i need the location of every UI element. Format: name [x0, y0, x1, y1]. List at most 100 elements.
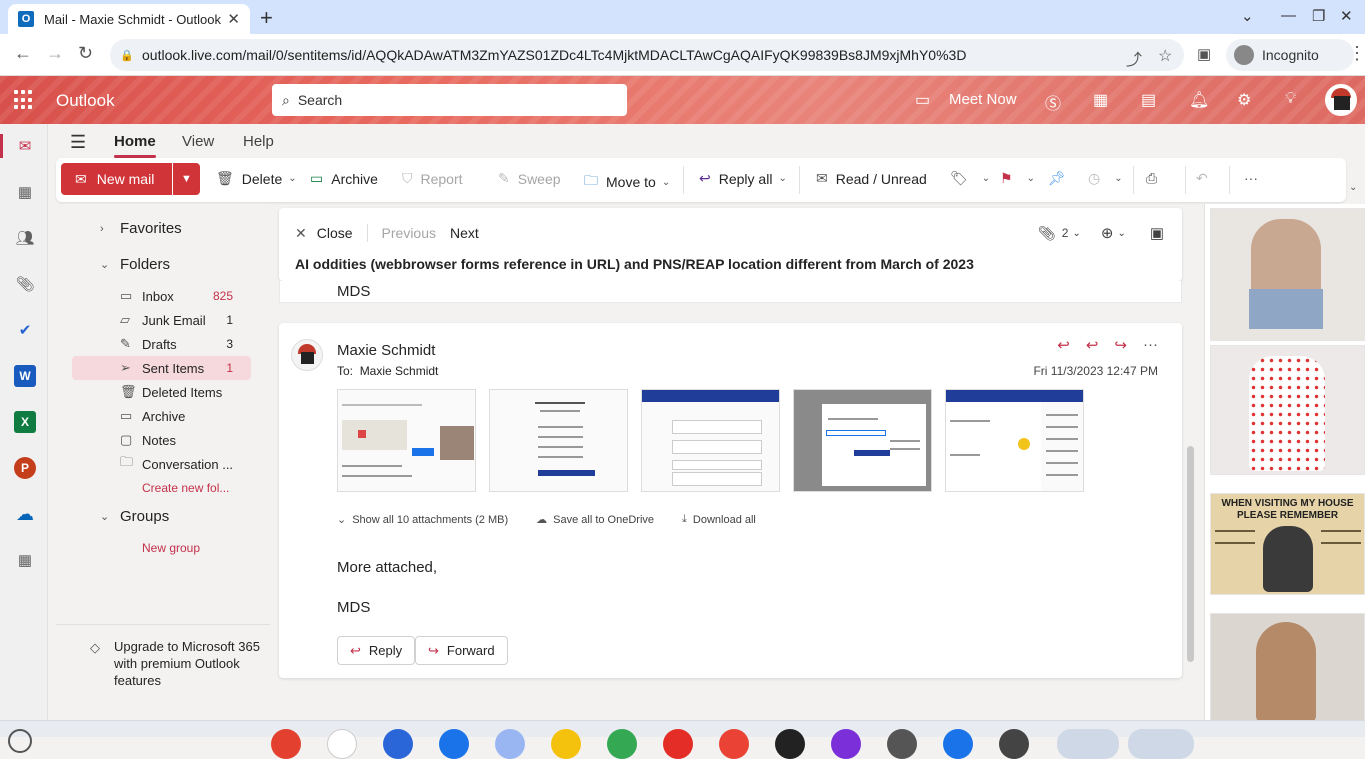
chevron-down-icon[interactable]: ⌄	[1027, 173, 1035, 184]
address-bar[interactable]: 🔒 outlook.live.com/mail/0/sentitems/id/A…	[110, 39, 1184, 71]
lightbulb-icon[interactable]: 💡︎	[1285, 90, 1296, 108]
delete-button[interactable]: 🗑︎ Delete ⌄	[216, 170, 297, 187]
new-tab-icon[interactable]: +	[260, 5, 273, 31]
recipient-name[interactable]: Maxie Schmidt	[360, 364, 439, 378]
meet-now-button[interactable]: Meet Now	[949, 91, 1017, 108]
sender-name[interactable]: Maxie Schmidt	[337, 342, 435, 359]
mail-icon[interactable]: ✉	[14, 135, 36, 157]
chevron-down-icon[interactable]: ⌄	[1072, 228, 1080, 239]
previous-button[interactable]: Previous	[382, 225, 436, 241]
forward-icon[interactable]: →	[46, 43, 64, 64]
attachment-thumbnail[interactable]	[945, 389, 1084, 492]
sender-avatar[interactable]	[291, 339, 323, 371]
folder-inbox[interactable]: ▭ Inbox 825	[72, 284, 251, 308]
chrome-icon[interactable]	[271, 729, 301, 759]
attachment-thumbnail[interactable]	[489, 389, 628, 492]
move-to-button[interactable]: 🗀︎ Move to ⌄	[584, 170, 670, 194]
chevron-down-icon[interactable]: ⌄	[1117, 228, 1125, 239]
paperclip-icon[interactable]: 📎︎	[14, 273, 36, 295]
tag-button[interactable]: 🏷︎ ⌄	[950, 170, 990, 187]
close-button[interactable]: Close	[317, 225, 353, 241]
groups-section[interactable]: ⌄ Groups	[100, 508, 169, 525]
more-apps-icon[interactable]: ▦	[14, 549, 36, 571]
attachment-thumbnail[interactable]	[793, 389, 932, 492]
tab-help[interactable]: Help	[243, 133, 274, 150]
restore-icon[interactable]: ❐	[1312, 7, 1325, 25]
new-mail-button[interactable]: ✉ New mail	[61, 163, 172, 195]
undo-button[interactable]: ↶	[1196, 170, 1216, 187]
calendar-icon[interactable]: ▦	[14, 181, 36, 203]
launcher-icon[interactable]	[8, 729, 32, 753]
attachment-thumbnail[interactable]	[641, 389, 780, 492]
folder-notes[interactable]: ▢ Notes	[72, 428, 251, 452]
folders-section[interactable]: ⌄ Folders	[100, 256, 170, 273]
youtube-icon[interactable]	[663, 729, 693, 759]
save-to-onedrive-button[interactable]: ☁ Save all to OneDrive	[536, 513, 668, 527]
gmail-icon[interactable]	[327, 729, 357, 759]
incognito-badge[interactable]: Incognito	[1226, 39, 1354, 71]
browser-menu-icon[interactable]: ⋮	[1348, 43, 1365, 64]
word-icon[interactable]: W	[14, 365, 36, 387]
read-unread-button[interactable]: ✉ Read / Unread	[816, 170, 927, 187]
window-close-icon[interactable]: ✕	[1340, 7, 1353, 25]
chevron-down-icon[interactable]: ⌄	[1114, 173, 1122, 184]
bell-icon[interactable]: 🔔︎	[1189, 90, 1209, 110]
reply-all-button[interactable]: ↩ Reply all ⌄	[699, 170, 787, 187]
hamburger-menu-icon[interactable]: ☰	[70, 132, 86, 153]
reload-icon[interactable]: ↻	[78, 43, 93, 64]
upgrade-banner[interactable]: ◇ Upgrade to Microsoft 365 with premium …	[56, 624, 270, 720]
ad-image-3[interactable]: WHEN VISITING MY HOUSE PLEASE REMEMBER	[1210, 493, 1365, 595]
chevron-down-icon[interactable]: ⌄	[662, 177, 670, 188]
tab-home[interactable]: Home	[114, 133, 156, 158]
video-camera-icon[interactable]: ▭	[915, 90, 930, 110]
browser-tab[interactable]: O Mail - Maxie Schmidt - Outlook ✕	[8, 4, 250, 34]
folder-sent-items[interactable]: ➢ Sent Items 1	[72, 356, 251, 380]
account-avatar[interactable]	[1325, 84, 1357, 116]
print-button[interactable]: ⎙	[1146, 170, 1165, 187]
excel-icon[interactable]: X	[14, 411, 36, 433]
side-panel-icon[interactable]: ▣	[1197, 45, 1211, 63]
powerpoint-icon[interactable]: P	[14, 457, 36, 479]
search-input[interactable]: ⌕ Search	[272, 84, 627, 116]
show-all-attachments-button[interactable]: ⌄ Show all 10 attachments (2 MB)	[337, 513, 522, 527]
previous-message-snippet[interactable]: MDS	[279, 281, 1182, 303]
ribbon-collapse-chevron-icon[interactable]: ⌄	[1349, 182, 1357, 193]
new-mail-dropdown-icon[interactable]: ▼	[173, 163, 200, 195]
folder-deleted[interactable]: 🗑︎ Deleted Items	[72, 380, 251, 404]
people-icon[interactable]: 👥︎	[14, 227, 36, 249]
flag-button[interactable]: ⚑ ⌄	[1000, 170, 1035, 187]
settings-gear-icon[interactable]: ⚙	[1237, 90, 1251, 110]
calendar-note-icon[interactable]: ▤	[1141, 90, 1156, 110]
close-icon[interactable]: ✕	[295, 225, 307, 242]
favorites-section[interactable]: › Favorites	[100, 220, 182, 237]
ad-image-4[interactable]	[1210, 613, 1365, 723]
reply-all-icon[interactable]: ↩	[1086, 336, 1099, 354]
next-button[interactable]: Next	[450, 225, 479, 241]
chevron-down-icon[interactable]: ⌄	[778, 173, 786, 184]
attachment-thumbnail[interactable]	[337, 389, 476, 492]
create-new-folder-link[interactable]: Create new fol...	[142, 481, 229, 495]
reply-icon[interactable]: ↩	[1057, 336, 1070, 354]
share-icon[interactable]: ⤴	[1126, 46, 1142, 70]
new-group-link[interactable]: New group	[142, 541, 200, 555]
app-launcher-icon[interactable]	[14, 90, 34, 110]
reply-button[interactable]: ↩ Reply	[337, 636, 416, 665]
ad-image-1[interactable]	[1210, 208, 1365, 341]
paperclip-icon[interactable]: 📎︎	[1038, 225, 1056, 242]
back-icon[interactable]: ←	[14, 43, 32, 64]
app-icon[interactable]	[831, 729, 861, 759]
archive-button[interactable]: ▭ Archive	[310, 170, 378, 187]
folder-junk[interactable]: ▱ Junk Email 1	[72, 308, 251, 332]
download-all-button[interactable]: ⤓ Download all	[682, 513, 770, 526]
app-icon[interactable]	[887, 729, 917, 759]
play-store-icon[interactable]	[607, 729, 637, 759]
popout-icon[interactable]: ▣	[1150, 224, 1164, 242]
app-icon[interactable]	[999, 729, 1029, 759]
onedrive-icon[interactable]: ☁	[14, 503, 36, 525]
docs-icon[interactable]	[439, 729, 469, 759]
chevron-down-icon[interactable]: ⌄	[288, 173, 296, 184]
snooze-button[interactable]: ◷ ⌄	[1088, 170, 1123, 187]
pin-button[interactable]: 📌︎	[1048, 170, 1074, 187]
word-grid-icon[interactable]: ▦	[1093, 90, 1108, 110]
close-tab-icon[interactable]: ✕	[227, 10, 240, 28]
